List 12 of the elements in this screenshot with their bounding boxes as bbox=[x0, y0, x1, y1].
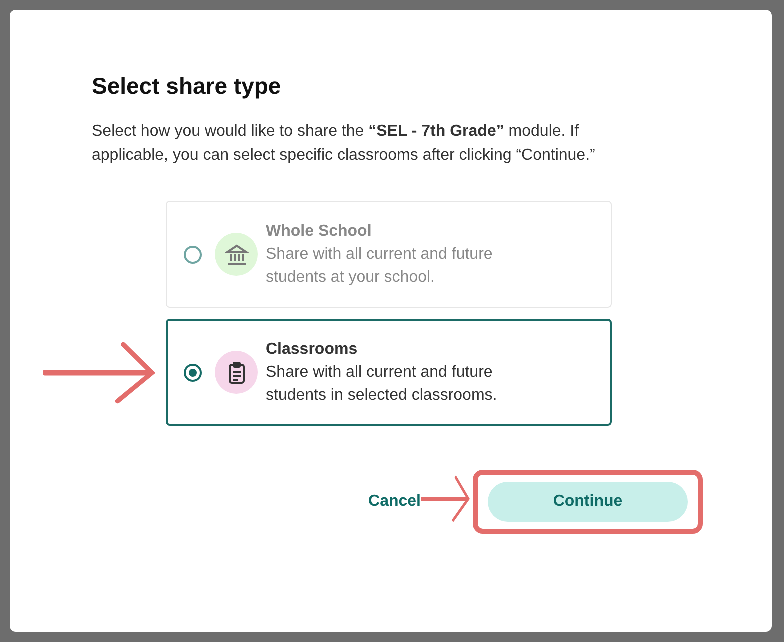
option-description: Share with all current and future students at your school. bbox=[266, 245, 494, 288]
share-option[interactable]: Whole School Share with all current and future students at your school. bbox=[166, 201, 612, 308]
dialog-title: Select share type bbox=[92, 72, 282, 100]
dialog-description: Select how you would like to share the “SEL - 7th Grade” module. If applicable, you can select specific classrooms after clicking “Continue.” bbox=[92, 122, 596, 166]
radio-button[interactable] bbox=[184, 364, 202, 382]
option-title: Classrooms bbox=[266, 340, 359, 360]
cancel-button[interactable]: Cancel bbox=[368, 493, 421, 511]
continue-button[interactable]: Continue bbox=[488, 482, 688, 522]
building-icon bbox=[224, 242, 248, 266]
radio-button[interactable] bbox=[184, 246, 202, 264]
option-title: Whole School bbox=[266, 222, 373, 242]
option-description: Share with all current and future students in selected classrooms. bbox=[266, 363, 498, 406]
